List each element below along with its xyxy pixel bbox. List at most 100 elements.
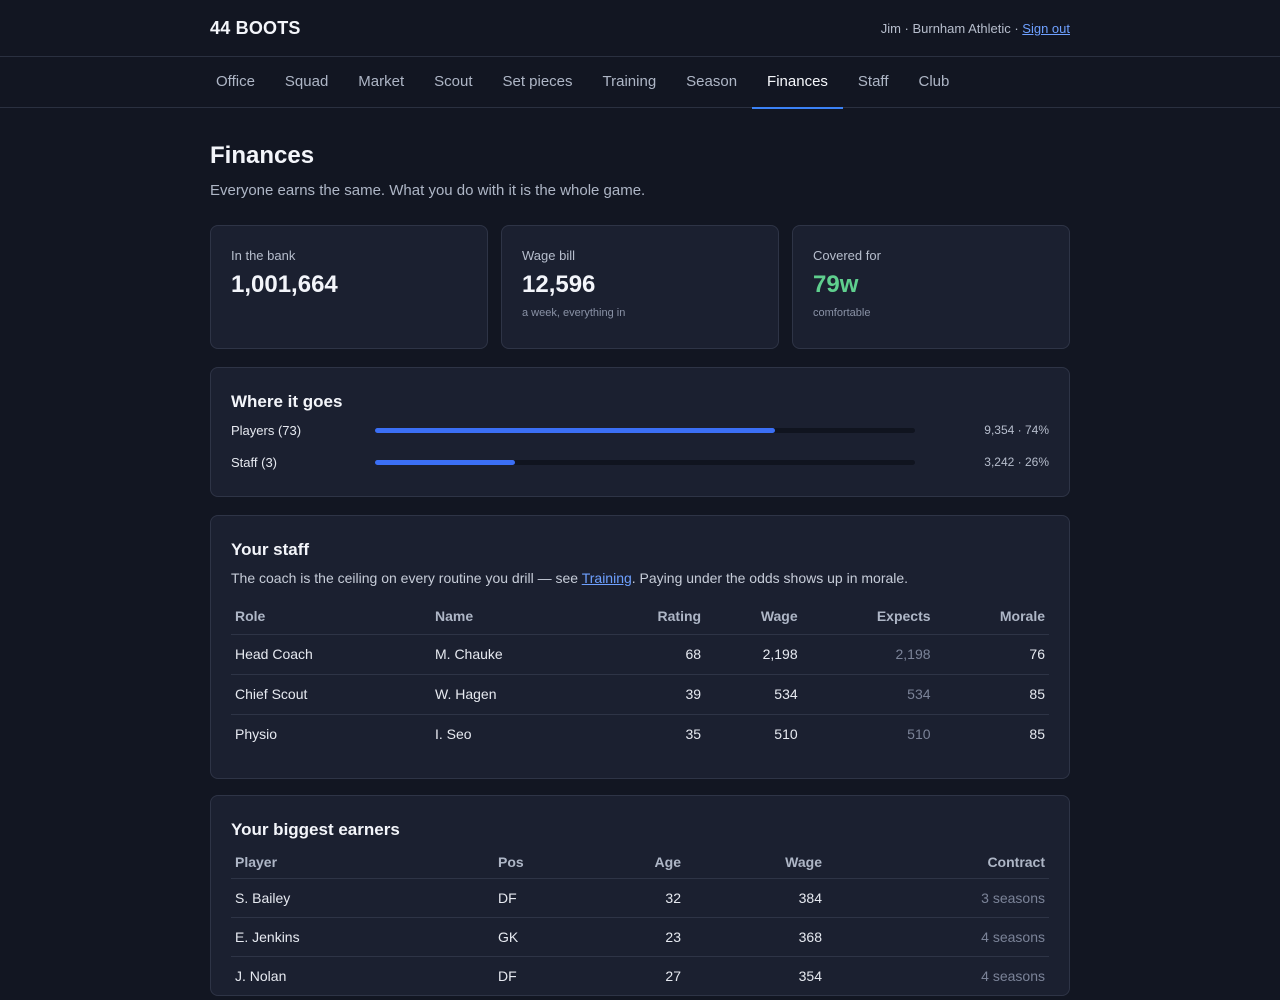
table-row[interactable]: E. Jenkins GK 23 368 4 seasons [231, 917, 1049, 957]
tab-training[interactable]: Training [588, 57, 672, 108]
column-header-pos[interactable]: Pos [494, 854, 594, 879]
stat-cards: In the bank 1,001,664 Wage bill 12,596 a… [210, 225, 1070, 349]
tab-scout[interactable]: Scout [419, 57, 487, 108]
top-bar: 44 BOOTS Jim · Burnham Athletic · Sign o… [0, 0, 1280, 57]
page-title: Finances [210, 142, 315, 169]
cell-rating: 35 [685, 726, 702, 742]
cell-morale: 85 [1029, 726, 1045, 742]
tab-season[interactable]: Season [671, 57, 752, 108]
column-header-rating[interactable]: Rating [594, 608, 706, 635]
cell-rating: 68 [594, 634, 706, 675]
table-row[interactable]: Physio I. Seo 35 510 510 85 [231, 715, 1049, 755]
spend-row-players: Players (73) 9,354 · 74% [231, 420, 1049, 440]
main-nav: Office Squad Market Scout Set pieces Tra… [0, 57, 1280, 109]
cell-wage: 510 [774, 726, 798, 742]
column-header-wage[interactable]: Wage [705, 608, 802, 635]
cell-morale: 85 [934, 674, 1049, 715]
desc-text: The coach is the ceiling on every routin… [231, 570, 582, 586]
spend-row-staff: Staff (3) 3,242 · 26% [231, 452, 1049, 472]
table-row[interactable]: J. Nolan DF 27 354 4 seasons [231, 957, 1049, 996]
where-it-goes-panel: Where it goes Players (73) 9,354 · 74% S… [210, 367, 1070, 497]
column-header-contract[interactable]: Contract [826, 854, 1049, 879]
table-header-row: Player Pos Age Wage Contract [231, 854, 1049, 879]
section-title: Your staff [231, 540, 310, 559]
earners-panel: Your biggest earners Player Pos Age Wage… [210, 795, 1070, 996]
staff-description: The coach is the ceiling on every routin… [231, 570, 1049, 586]
table-header-row: Role Name Rating Wage Expects Morale [231, 608, 1049, 635]
column-header-expects[interactable]: Expects [801, 608, 935, 635]
column-header-morale[interactable]: Morale [934, 608, 1049, 635]
cell-name: I. Seo [435, 726, 472, 742]
stat-label: Covered for [813, 248, 881, 263]
tab-office[interactable]: Office [210, 57, 270, 108]
table-row[interactable]: Chief Scout W. Hagen 39 534 534 85 [231, 674, 1049, 715]
stat-label: Wage bill [522, 248, 575, 263]
cell-wage: 368 [685, 917, 826, 957]
cell-name: M. Chauke [431, 634, 595, 675]
earners-table: Player Pos Age Wage Contract S. Bailey D… [231, 854, 1049, 995]
stat-card-covered: Covered for 79w comfortable [792, 225, 1070, 349]
column-header-age[interactable]: Age [594, 854, 685, 879]
cell-wage: 354 [798, 968, 822, 984]
spend-label: Staff (3) [231, 454, 278, 470]
spend-bar-fill [375, 427, 775, 433]
cell-name: W. Hagen [431, 674, 595, 715]
cell-player: E. Jenkins [231, 917, 494, 957]
table-row[interactable]: Head Coach M. Chauke 68 2,198 2,198 76 [231, 634, 1049, 675]
column-header-role[interactable]: Role [231, 608, 431, 635]
column-header-wage[interactable]: Wage [685, 854, 826, 879]
staff-table: Role Name Rating Wage Expects Morale Hea… [231, 608, 1049, 754]
sign-out-link[interactable]: Sign out [1022, 21, 1070, 36]
cell-expects: 2,198 [801, 634, 935, 675]
page-subtitle: Everyone earns the same. What you do wit… [210, 182, 646, 199]
cell-wage: 534 [705, 674, 802, 715]
tab-market[interactable]: Market [343, 57, 419, 108]
stat-card-wage-bill: Wage bill 12,596 a week, everything in [501, 225, 779, 349]
tab-squad[interactable]: Squad [270, 57, 343, 108]
stat-note: a week, everything in [522, 307, 626, 319]
spend-bar-track [375, 427, 915, 433]
tab-staff[interactable]: Staff [843, 57, 904, 108]
cell-player: J. Nolan [235, 968, 287, 984]
spend-value: 9,354 · 74% [984, 423, 1049, 437]
cell-pos: DF [494, 878, 594, 918]
spend-bar-fill [375, 459, 516, 465]
stat-note: comfortable [813, 307, 871, 319]
tab-club[interactable]: Club [904, 57, 965, 108]
stat-value: 79w [813, 271, 859, 298]
user-info: Jim · Burnham Athletic · Sign out [881, 21, 1070, 36]
cell-pos: GK [494, 917, 594, 957]
cell-contract: 4 seasons [826, 917, 1049, 957]
brand-logo[interactable]: 44 BOOTS [210, 18, 301, 39]
section-title: Your biggest earners [231, 820, 400, 839]
tab-set-pieces[interactable]: Set pieces [487, 57, 587, 108]
cell-player: S. Bailey [231, 878, 494, 918]
cell-wage: 384 [685, 878, 826, 918]
training-link[interactable]: Training [582, 570, 632, 586]
spend-bar-track [375, 459, 915, 465]
cell-contract: 4 seasons [981, 968, 1045, 984]
staff-panel: Your staff The coach is the ceiling on e… [210, 515, 1070, 779]
spend-value: 3,242 · 26% [984, 455, 1049, 469]
cell-wage: 2,198 [705, 634, 802, 675]
tab-finances[interactable]: Finances [752, 57, 843, 109]
spend-label: Players (73) [231, 422, 302, 438]
cell-morale: 76 [934, 634, 1049, 675]
cell-contract: 3 seasons [826, 878, 1049, 918]
cell-age: 23 [594, 917, 685, 957]
user-club-label: Jim · Burnham Athletic · [880, 21, 1023, 36]
cell-role: Head Coach [231, 634, 431, 675]
stat-label: In the bank [231, 248, 296, 263]
cell-role: Physio [235, 726, 278, 742]
column-header-player[interactable]: Player [231, 854, 494, 879]
cell-age: 27 [665, 968, 681, 984]
section-title: Where it goes [231, 392, 343, 411]
desc-text: . Paying under the odds shows up in mora… [631, 570, 909, 586]
cell-expects: 534 [801, 674, 935, 715]
stat-card-bank: In the bank 1,001,664 [210, 225, 488, 349]
table-row[interactable]: S. Bailey DF 32 384 3 seasons [231, 878, 1049, 918]
cell-expects: 510 [907, 726, 931, 742]
cell-role: Chief Scout [231, 674, 431, 715]
column-header-name[interactable]: Name [431, 608, 595, 635]
stat-value: 12,596 [522, 271, 596, 298]
